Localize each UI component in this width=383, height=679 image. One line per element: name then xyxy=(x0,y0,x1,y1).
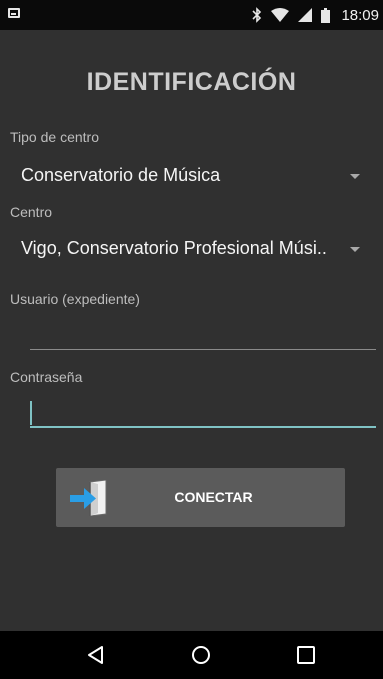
centro-label: Centro xyxy=(10,204,53,220)
usuario-input[interactable] xyxy=(30,312,376,348)
page-title: IDENTIFICACIÓN xyxy=(86,68,297,96)
notification-icon xyxy=(8,8,20,18)
tipo-centro-dropdown[interactable]: Conservatorio de Música xyxy=(0,155,383,195)
usuario-underline xyxy=(30,349,376,350)
centro-value: Vigo, Conservatorio Profesional Músi.. xyxy=(21,238,327,258)
recents-icon[interactable] xyxy=(294,643,318,667)
signal-icon xyxy=(298,8,313,22)
bluetooth-icon xyxy=(252,7,262,23)
status-bar: 18:09 xyxy=(0,0,383,30)
back-icon[interactable] xyxy=(84,643,108,667)
text-cursor xyxy=(30,401,32,425)
navigation-bar xyxy=(0,631,383,679)
status-time: 18:09 xyxy=(341,6,379,24)
centro-dropdown[interactable]: Vigo, Conservatorio Profesional Músi.. xyxy=(0,228,383,268)
wifi-icon xyxy=(271,8,290,22)
battery-icon xyxy=(321,7,331,23)
contrasena-input[interactable] xyxy=(30,390,376,426)
dropdown-arrow-icon xyxy=(350,247,360,252)
tipo-centro-value: Conservatorio de Música xyxy=(21,165,221,185)
connect-button-label: CONECTAR xyxy=(174,489,253,505)
usuario-label: Usuario (expediente) xyxy=(10,291,140,307)
contrasena-label: Contraseña xyxy=(10,369,83,385)
status-icons: 18:09 xyxy=(252,6,379,24)
dropdown-arrow-icon xyxy=(350,174,360,179)
connect-button[interactable]: CONECTAR xyxy=(56,468,345,527)
tipo-centro-label: Tipo de centro xyxy=(10,129,99,145)
home-icon[interactable] xyxy=(189,643,213,667)
contrasena-underline xyxy=(30,426,376,428)
